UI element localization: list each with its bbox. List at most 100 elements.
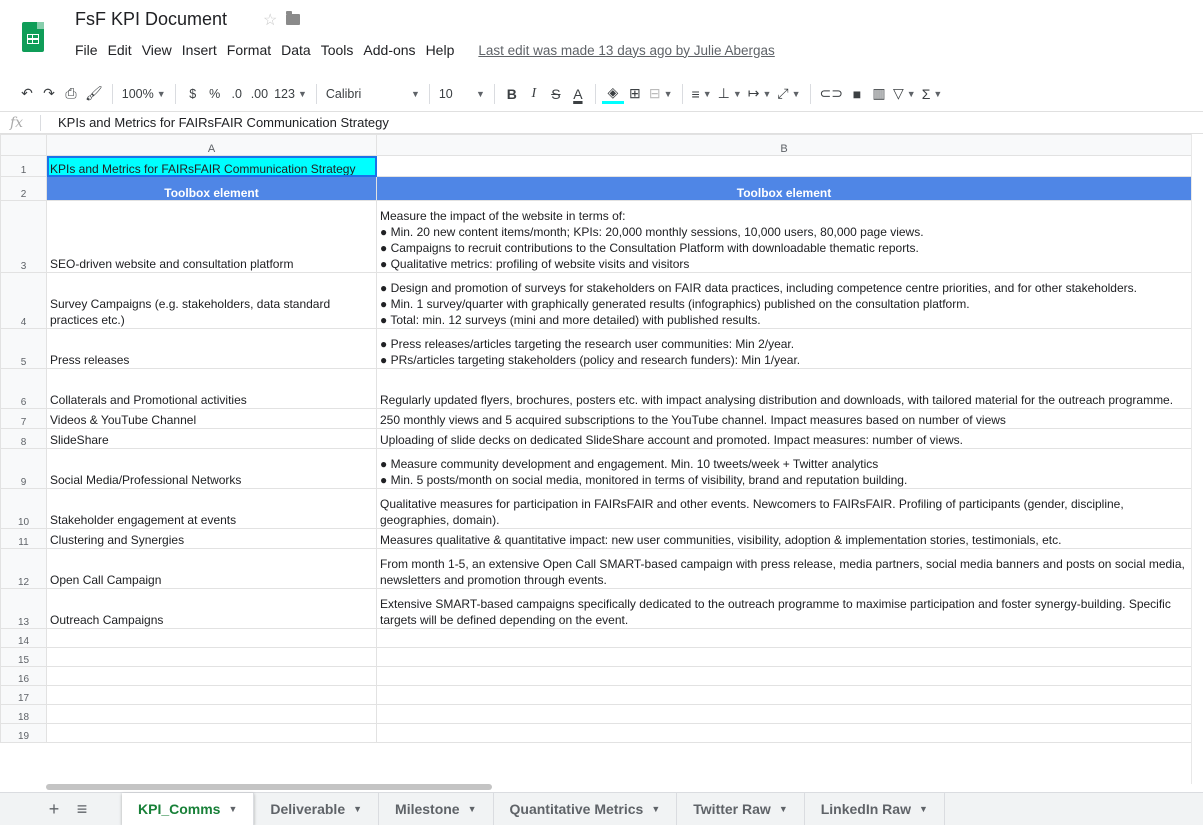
cell-a[interactable]: Collaterals and Promotional activities — [46, 368, 377, 409]
cell-b[interactable] — [376, 723, 1192, 743]
zoom-select[interactable]: 100% ▼ — [119, 82, 169, 106]
menu-data[interactable]: Data — [281, 42, 311, 58]
spreadsheet-grid[interactable]: A B 1 KPIs and Metrics for FAIRsFAIR Comm… — [0, 134, 1203, 784]
row-header[interactable]: 12 — [0, 548, 47, 589]
italic-button[interactable]: I — [523, 82, 545, 106]
column-header-b[interactable]: B — [376, 134, 1192, 156]
currency-format-button[interactable]: $ — [182, 82, 204, 106]
cell-b[interactable]: Measure the impact of the website in ter… — [376, 200, 1192, 273]
undo-icon[interactable]: ↶ — [16, 82, 38, 106]
cell-a[interactable]: Outreach Campaigns — [46, 588, 377, 629]
sheet-tab-twitter-raw[interactable]: Twitter Raw ▼ — [677, 793, 805, 825]
horizontal-scrollbar-thumb[interactable] — [46, 784, 492, 790]
cell-a[interactable]: Open Call Campaign — [46, 548, 377, 589]
font-size-select[interactable]: 10 ▼ — [436, 82, 488, 106]
row-header[interactable]: 6 — [0, 368, 47, 409]
row-header[interactable]: 10 — [0, 488, 47, 529]
menu-edit[interactable]: Edit — [108, 42, 132, 58]
insert-chart-icon[interactable]: ▥ — [868, 82, 890, 106]
cell-b[interactable]: Uploading of slide decks on dedicated Sl… — [376, 428, 1192, 449]
vertical-scrollbar[interactable] — [1191, 134, 1203, 784]
cell-a[interactable]: Survey Campaigns (e.g. stakeholders, dat… — [46, 272, 377, 329]
paint-format-icon[interactable]: 🖌 — [82, 82, 106, 106]
menu-view[interactable]: View — [142, 42, 172, 58]
cell-a[interactable] — [46, 666, 377, 686]
cell-a[interactable]: Social Media/Professional Networks — [46, 448, 377, 489]
cell-a[interactable]: Stakeholder engagement at events — [46, 488, 377, 529]
cell-b[interactable]: Toolbox element — [376, 176, 1192, 201]
borders-icon[interactable]: ⊞ — [624, 82, 646, 106]
cell-a[interactable] — [46, 723, 377, 743]
menu-add-ons[interactable]: Add-ons — [363, 42, 415, 58]
row-header[interactable]: 18 — [0, 704, 47, 724]
last-edit-link[interactable]: Last edit was made 13 days ago by Julie … — [478, 43, 774, 58]
row-header[interactable]: 4 — [0, 272, 47, 329]
cell-a[interactable] — [46, 685, 377, 705]
cell-b[interactable]: ● Measure community development and enga… — [376, 448, 1192, 489]
fill-color-icon[interactable]: ◈ — [601, 84, 624, 104]
document-title[interactable]: FsF KPI Document — [75, 9, 227, 30]
row-header[interactable]: 17 — [0, 685, 47, 705]
row-header[interactable]: 19 — [0, 723, 47, 743]
select-all-corner[interactable] — [0, 134, 47, 156]
sheet-tab-milestone[interactable]: Milestone ▼ — [379, 793, 494, 825]
text-rotation-icon[interactable]: ⤢ ▼ — [774, 82, 803, 106]
row-header[interactable]: 2 — [0, 176, 47, 201]
cell-b[interactable] — [376, 666, 1192, 686]
more-formats-select[interactable]: 123 ▼ — [271, 82, 310, 106]
decrease-decimal-button[interactable]: .0 — [226, 82, 248, 106]
horizontal-align-icon[interactable]: ≡ ▼ — [689, 82, 715, 106]
functions-icon[interactable]: Σ ▼ — [919, 82, 946, 106]
menu-tools[interactable]: Tools — [321, 42, 354, 58]
chevron-down-icon[interactable]: ▼ — [919, 804, 928, 814]
cell-b[interactable] — [376, 685, 1192, 705]
cell-b[interactable]: ● Press releases/articles targeting the … — [376, 328, 1192, 369]
row-header[interactable]: 3 — [0, 200, 47, 273]
insert-link-icon[interactable]: ⊂⊃ — [817, 82, 846, 106]
cell-b[interactable] — [376, 704, 1192, 724]
row-header[interactable]: 8 — [0, 428, 47, 449]
sheet-tab-quantitative-metrics[interactable]: Quantitative Metrics ▼ — [494, 793, 678, 825]
menu-file[interactable]: File — [75, 42, 98, 58]
row-header[interactable]: 1 — [0, 155, 47, 177]
row-header[interactable]: 16 — [0, 666, 47, 686]
redo-icon[interactable]: ↷ — [38, 82, 60, 106]
filter-icon[interactable]: ▽ ▼ — [890, 82, 919, 106]
row-header[interactable]: 13 — [0, 588, 47, 629]
row-header[interactable]: 7 — [0, 408, 47, 429]
folder-icon[interactable] — [286, 11, 300, 25]
sheet-tab-linkedin-raw[interactable]: LinkedIn Raw ▼ — [805, 793, 945, 825]
text-color-button[interactable]: A — [567, 82, 589, 106]
menu-insert[interactable]: Insert — [182, 42, 217, 58]
bold-button[interactable]: B — [501, 82, 523, 106]
all-sheets-icon[interactable]: ≡ — [68, 793, 96, 825]
row-header[interactable]: 5 — [0, 328, 47, 369]
chevron-down-icon[interactable]: ▼ — [228, 804, 237, 814]
menu-format[interactable]: Format — [227, 42, 271, 58]
increase-decimal-button[interactable]: .00 — [248, 82, 271, 106]
cell-b[interactable]: Extensive SMART-based campaigns specific… — [376, 588, 1192, 629]
formula-input[interactable]: KPIs and Metrics for FAIRsFAIR Communica… — [58, 115, 389, 130]
cell-b[interactable]: Qualitative measures for participation i… — [376, 488, 1192, 529]
cell-b[interactable] — [376, 628, 1192, 648]
cell-a[interactable] — [46, 704, 377, 724]
chevron-down-icon[interactable]: ▼ — [468, 804, 477, 814]
cell-b[interactable]: ● Design and promotion of surveys for st… — [376, 272, 1192, 329]
cell-a[interactable]: SEO-driven website and consultation plat… — [46, 200, 377, 273]
menu-help[interactable]: Help — [426, 42, 455, 58]
cell-a[interactable]: Toolbox element — [46, 176, 377, 201]
cell-b[interactable]: 250 monthly views and 5 acquired subscri… — [376, 408, 1192, 429]
cell-a[interactable]: Videos & YouTube Channel — [46, 408, 377, 429]
text-wrap-icon[interactable]: ↦ ▼ — [745, 82, 775, 106]
sheet-tab-deliverable[interactable]: Deliverable ▼ — [254, 793, 380, 825]
row-header[interactable]: 14 — [0, 628, 47, 648]
strikethrough-button[interactable]: S — [545, 82, 567, 106]
vertical-align-icon[interactable]: ⊥ ▼ — [715, 82, 745, 106]
add-sheet-icon[interactable]: + — [40, 793, 68, 825]
cell-b[interactable]: Regularly updated flyers, brochures, pos… — [376, 368, 1192, 409]
cell-a[interactable]: SlideShare — [46, 428, 377, 449]
cell-a[interactable]: Press releases — [46, 328, 377, 369]
cell-a[interactable] — [46, 647, 377, 667]
column-header-a[interactable]: A — [46, 134, 377, 156]
star-icon[interactable]: ☆ — [263, 10, 277, 30]
